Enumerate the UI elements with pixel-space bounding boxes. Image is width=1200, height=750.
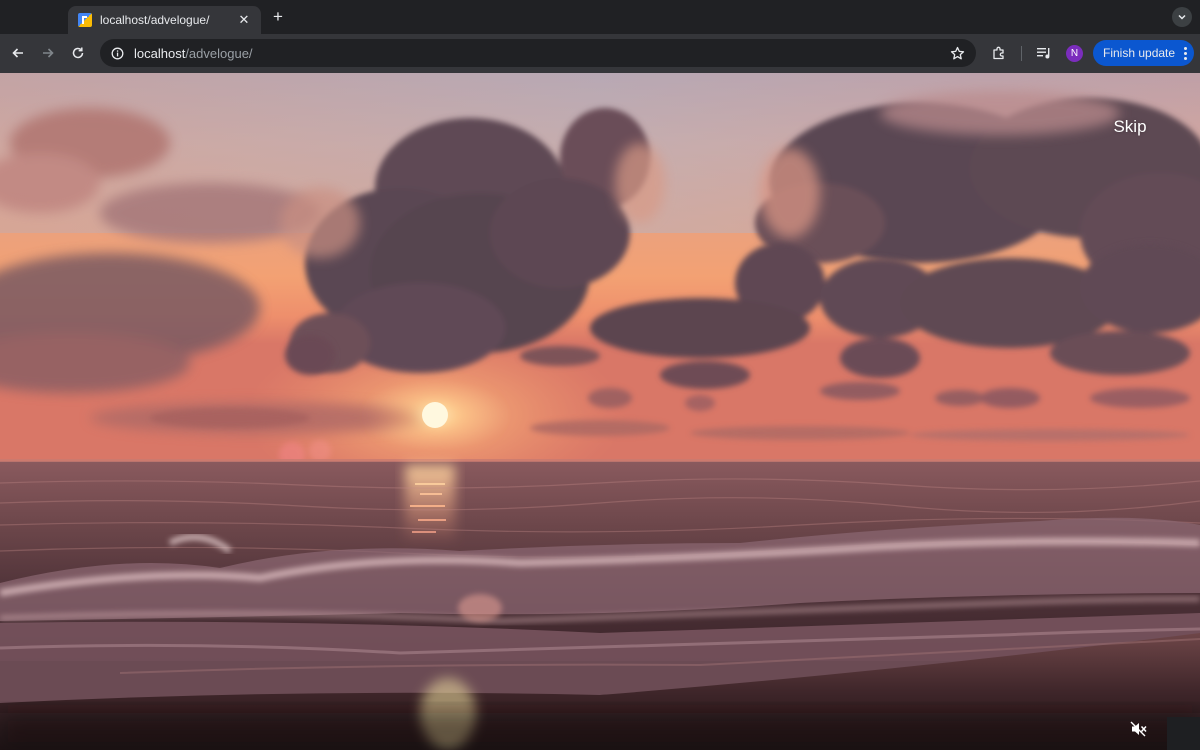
info-icon[interactable]	[110, 46, 124, 60]
site-favicon-icon	[78, 13, 92, 27]
chevron-down-icon	[1178, 14, 1186, 20]
arrow-right-icon	[43, 48, 54, 58]
tab-strip: localhost/advelogue/ ✕ +	[0, 0, 1200, 34]
star-icon[interactable]	[948, 44, 966, 62]
reload-button[interactable]	[67, 42, 89, 64]
puzzle-icon	[993, 46, 1004, 60]
finish-update-button[interactable]: Finish update	[1093, 40, 1194, 66]
skip-button[interactable]: Skip	[1106, 115, 1154, 139]
finish-update-label: Finish update	[1103, 46, 1176, 60]
profile-avatar[interactable]: N	[1066, 45, 1083, 62]
tab-title: localhost/advelogue/	[100, 13, 210, 27]
extensions-button[interactable]	[988, 42, 1010, 64]
browser-toolbar: localhost/advelogue/ N Finish update	[0, 34, 1200, 73]
url-text[interactable]: localhost/advelogue/	[134, 46, 948, 61]
url-host: localhost	[134, 45, 186, 61]
video-frame-sunset[interactable]	[0, 73, 1200, 750]
mute-toggle-button[interactable]	[1128, 719, 1150, 739]
arrow-left-icon	[12, 48, 23, 58]
url-path: /advelogue/	[185, 45, 253, 61]
tab-close-icon[interactable]: ✕	[237, 12, 251, 28]
tab-search-button[interactable]	[1172, 7, 1192, 27]
address-bar[interactable]: localhost/advelogue/	[100, 39, 976, 67]
page-viewport: Skip	[0, 73, 1200, 750]
toolbar-divider	[1021, 46, 1022, 61]
forward-button[interactable]	[37, 42, 59, 64]
new-tab-button[interactable]: +	[268, 7, 288, 27]
reload-icon	[72, 47, 84, 59]
media-controls-button[interactable]	[1033, 42, 1055, 64]
video-corner-overlay	[1167, 717, 1200, 750]
media-control-icon	[1037, 48, 1050, 59]
kebab-menu-icon[interactable]	[1182, 46, 1188, 60]
back-button[interactable]	[7, 42, 29, 64]
muted-speaker-icon	[1130, 721, 1147, 737]
browser-tab-active[interactable]: localhost/advelogue/ ✕	[68, 6, 261, 34]
